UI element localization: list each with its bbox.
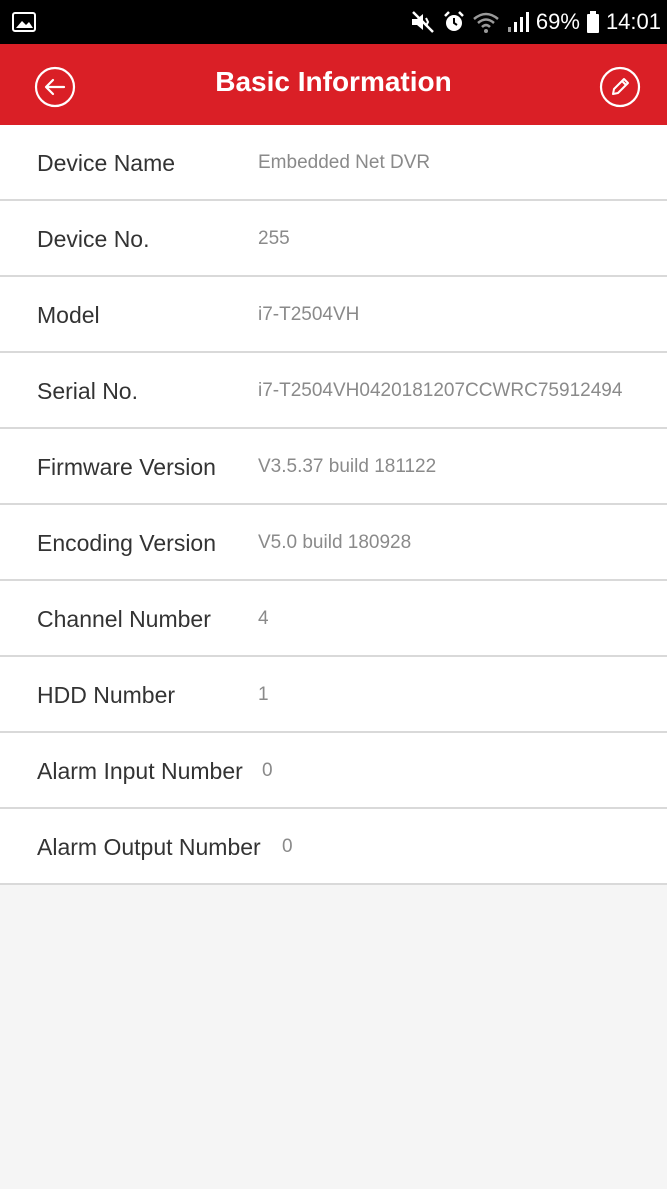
edit-button[interactable] bbox=[599, 66, 641, 108]
pencil-icon bbox=[599, 66, 641, 108]
row-value: Embedded Net DVR bbox=[258, 152, 431, 173]
row-value: 255 bbox=[258, 228, 290, 249]
row-label: Device No. bbox=[37, 226, 150, 252]
info-row-serial-no: Serial No. i7-T2504VH0420181207CCWRC7591… bbox=[0, 353, 667, 429]
row-label: HDD Number bbox=[37, 682, 176, 708]
row-label: Alarm Input Number bbox=[37, 758, 243, 784]
info-row-alarm-input-number: Alarm Input Number 0 bbox=[0, 733, 667, 809]
info-row-encoding-version: Encoding Version V5.0 build 180928 bbox=[0, 505, 667, 581]
clock-time: 14:01 bbox=[605, 9, 661, 34]
row-value: V5.0 build 180928 bbox=[258, 532, 412, 553]
info-row-hdd-number: HDD Number 1 bbox=[0, 657, 667, 733]
row-value: i7-T2504VH bbox=[258, 304, 360, 325]
wifi-icon bbox=[473, 12, 499, 33]
row-value: 0 bbox=[262, 760, 273, 781]
status-icons: 69% 14:01 bbox=[410, 0, 661, 44]
battery-icon bbox=[586, 11, 599, 33]
row-label: Channel Number bbox=[37, 606, 211, 632]
device-info-list: Device Name Embedded Net DVR Device No. … bbox=[0, 125, 667, 885]
mute-icon bbox=[411, 11, 434, 33]
info-row-channel-number: Channel Number 4 bbox=[0, 581, 667, 657]
battery-percent: 69% bbox=[535, 9, 580, 34]
row-value: V3.5.37 build 181122 bbox=[258, 456, 437, 477]
info-row-firmware-version: Firmware Version V3.5.37 build 181122 bbox=[0, 429, 667, 505]
row-value: 0 bbox=[282, 836, 293, 857]
status-bar: 69% 14:01 bbox=[0, 0, 667, 44]
row-label: Encoding Version bbox=[37, 530, 217, 556]
row-label: Model bbox=[37, 302, 100, 328]
page-title: Basic Information bbox=[215, 66, 452, 97]
row-label: Firmware Version bbox=[37, 454, 216, 480]
row-value: 1 bbox=[258, 684, 269, 705]
image-icon bbox=[12, 12, 36, 32]
row-value: i7-T2504VH0420181207CCWRC75912494 bbox=[258, 380, 623, 401]
info-row-device-name: Device Name Embedded Net DVR bbox=[0, 125, 667, 201]
row-label: Serial No. bbox=[37, 378, 138, 404]
alarm-icon bbox=[444, 11, 464, 31]
row-label: Device Name bbox=[37, 150, 176, 176]
info-row-device-no: Device No. 255 bbox=[0, 201, 667, 277]
row-value: 4 bbox=[258, 608, 269, 629]
row-label: Alarm Output Number bbox=[37, 834, 261, 860]
app-bar: Basic Information bbox=[0, 44, 667, 125]
info-row-alarm-output-number: Alarm Output Number 0 bbox=[0, 809, 667, 885]
info-row-model: Model i7-T2504VH bbox=[0, 277, 667, 353]
signal-icon bbox=[507, 12, 529, 32]
